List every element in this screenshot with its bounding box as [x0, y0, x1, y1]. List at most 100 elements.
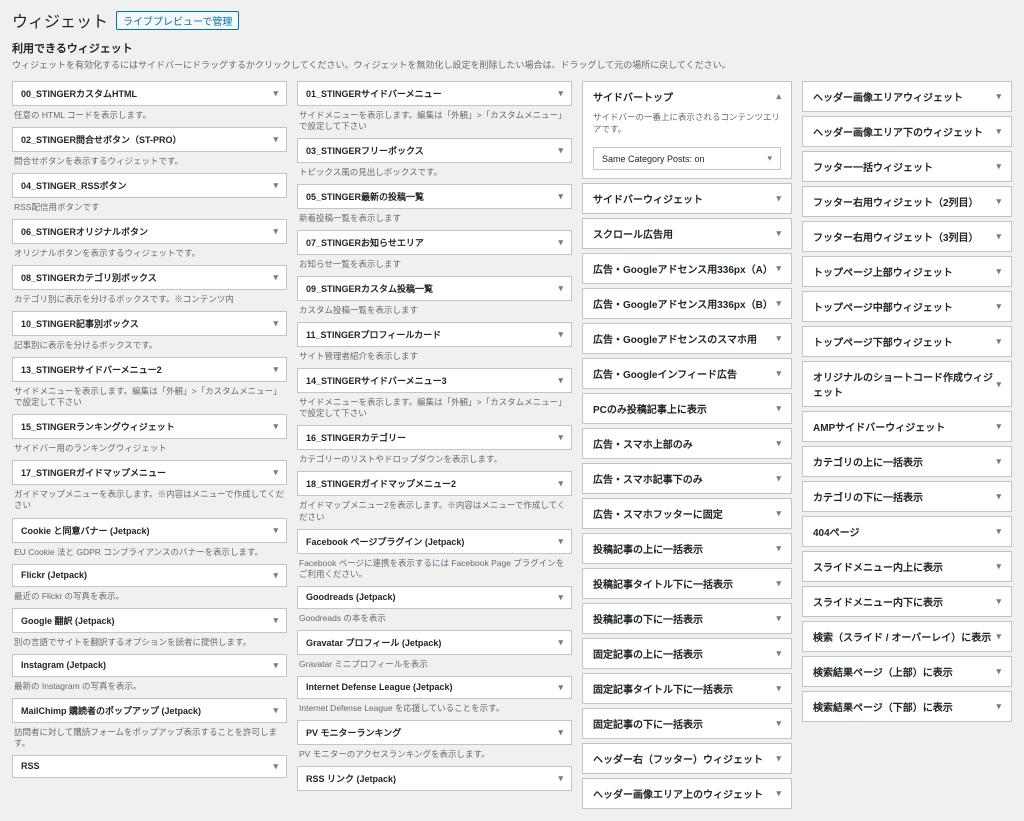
widget-header[interactable]: 07_STINGERお知らせエリア ▾: [298, 231, 571, 254]
area-header[interactable]: 検索結果ページ（下部）に表示 ▾: [803, 692, 1011, 721]
widget-area[interactable]: ヘッダー右（フッター）ウィジェット ▾: [582, 743, 792, 774]
available-widget[interactable]: 04_STINGER_RSSボタン ▾: [12, 173, 287, 198]
widget-header[interactable]: 03_STINGERフリーボックス ▾: [298, 139, 571, 162]
widget-header[interactable]: 05_STINGER最新の投稿一覧 ▾: [298, 185, 571, 208]
area-header[interactable]: 固定記事の下に一括表示 ▾: [583, 709, 791, 738]
available-widget[interactable]: RSS ▾: [12, 755, 287, 778]
widget-header[interactable]: 15_STINGERランキングウィジェット ▾: [13, 415, 286, 438]
area-header[interactable]: スライドメニュー内下に表示 ▾: [803, 587, 1011, 616]
widget-area[interactable]: スクロール広告用 ▾: [582, 218, 792, 249]
widget-area[interactable]: サイドバーウィジェット ▾: [582, 183, 792, 214]
widget-header[interactable]: PV モニターランキング ▾: [298, 721, 571, 744]
area-header[interactable]: 固定記事の上に一括表示 ▾: [583, 639, 791, 668]
widget-area-open[interactable]: サイドバートップ ▴ サイドバーの一番上に表示されるコンテンツエリアです。 Sa…: [582, 81, 792, 179]
available-widget[interactable]: 14_STINGERサイドバーメニュー3 ▾: [297, 368, 572, 393]
available-widget[interactable]: Goodreads (Jetpack) ▾: [297, 586, 572, 609]
available-widget[interactable]: 16_STINGERカテゴリー ▾: [297, 425, 572, 450]
area-header[interactable]: 広告・Googleアドセンスのスマホ用 ▾: [583, 324, 791, 353]
widget-area[interactable]: フッター一括ウィジェット ▾: [802, 151, 1012, 182]
widget-header[interactable]: 18_STINGERガイドマップメニュー2 ▾: [298, 472, 571, 495]
available-widget[interactable]: Flickr (Jetpack) ▾: [12, 564, 287, 587]
widget-header[interactable]: Goodreads (Jetpack) ▾: [298, 587, 571, 608]
available-widget[interactable]: 10_STINGER記事別ボックス ▾: [12, 311, 287, 336]
widget-area[interactable]: 広告・Googleアドセンスのスマホ用 ▾: [582, 323, 792, 354]
available-widget[interactable]: 01_STINGERサイドバーメニュー ▾: [297, 81, 572, 106]
widget-area[interactable]: 広告・スマホフッターに固定 ▾: [582, 498, 792, 529]
widget-header[interactable]: RSS リンク (Jetpack) ▾: [298, 767, 571, 790]
available-widget[interactable]: Google 翻訳 (Jetpack) ▾: [12, 608, 287, 633]
area-header[interactable]: フッター一括ウィジェット ▾: [803, 152, 1011, 181]
widget-area[interactable]: 固定記事の上に一括表示 ▾: [582, 638, 792, 669]
available-widget[interactable]: Instagram (Jetpack) ▾: [12, 654, 287, 677]
widget-area[interactable]: 検索結果ページ（下部）に表示 ▾: [802, 691, 1012, 722]
available-widget[interactable]: Internet Defense League (Jetpack) ▾: [297, 676, 572, 699]
area-header[interactable]: 広告・スマホ上部のみ ▾: [583, 429, 791, 458]
widget-area[interactable]: フッター右用ウィジェット（2列目） ▾: [802, 186, 1012, 217]
widget-area[interactable]: スライドメニュー内下に表示 ▾: [802, 586, 1012, 617]
widget-area[interactable]: 広告・Googleインフィード広告 ▾: [582, 358, 792, 389]
widget-area[interactable]: フッター右用ウィジェット（3列目） ▾: [802, 221, 1012, 252]
widget-header[interactable]: 00_STINGERカスタムHTML ▾: [13, 82, 286, 105]
area-header[interactable]: 投稿記事の上に一括表示 ▾: [583, 534, 791, 563]
available-widget[interactable]: 00_STINGERカスタムHTML ▾: [12, 81, 287, 106]
area-header[interactable]: サイドバーウィジェット ▾: [583, 184, 791, 213]
widget-header[interactable]: 10_STINGER記事別ボックス ▾: [13, 312, 286, 335]
widget-header[interactable]: 06_STINGERオリジナルボタン ▾: [13, 220, 286, 243]
widget-header[interactable]: MailChimp 購読者のポップアップ (Jetpack) ▾: [13, 699, 286, 722]
live-preview-button[interactable]: ライブプレビューで管理: [116, 11, 239, 30]
widget-area[interactable]: カテゴリの下に一括表示 ▾: [802, 481, 1012, 512]
area-header[interactable]: 広告・スマホフッターに固定 ▾: [583, 499, 791, 528]
area-header[interactable]: 広告・Googleアドセンス用336px（A） ▾: [583, 254, 791, 283]
available-widget[interactable]: Cookie と同意バナー (Jetpack) ▾: [12, 518, 287, 543]
widget-area[interactable]: 広告・スマホ記事下のみ ▾: [582, 463, 792, 494]
available-widget[interactable]: PV モニターランキング ▾: [297, 720, 572, 745]
widget-header[interactable]: 08_STINGERカテゴリ別ボックス ▾: [13, 266, 286, 289]
area-header[interactable]: カテゴリの下に一括表示 ▾: [803, 482, 1011, 511]
widget-header[interactable]: Google 翻訳 (Jetpack) ▾: [13, 609, 286, 632]
widget-area[interactable]: 投稿記事の下に一括表示 ▾: [582, 603, 792, 634]
available-widget[interactable]: MailChimp 購読者のポップアップ (Jetpack) ▾: [12, 698, 287, 723]
widget-area[interactable]: 404ページ ▾: [802, 516, 1012, 547]
area-header[interactable]: トップページ下部ウィジェット ▾: [803, 327, 1011, 356]
widget-header[interactable]: 01_STINGERサイドバーメニュー ▾: [298, 82, 571, 105]
available-widget[interactable]: RSS リンク (Jetpack) ▾: [297, 766, 572, 791]
area-header[interactable]: 検索（スライド / オーバーレイ）に表示 ▾: [803, 622, 1011, 651]
widget-header[interactable]: Facebook ページプラグイン (Jetpack) ▾: [298, 530, 571, 553]
area-header[interactable]: 広告・Googleアドセンス用336px（B） ▾: [583, 289, 791, 318]
widget-area[interactable]: AMPサイドバーウィジェット ▾: [802, 411, 1012, 442]
widget-header[interactable]: 17_STINGERガイドマップメニュー ▾: [13, 461, 286, 484]
area-header[interactable]: フッター右用ウィジェット（2列目） ▾: [803, 187, 1011, 216]
available-widget[interactable]: 07_STINGERお知らせエリア ▾: [297, 230, 572, 255]
widget-header[interactable]: RSS ▾: [13, 756, 286, 777]
widget-area[interactable]: カテゴリの上に一括表示 ▾: [802, 446, 1012, 477]
widget-area[interactable]: 広告・Googleアドセンス用336px（A） ▾: [582, 253, 792, 284]
area-header[interactable]: カテゴリの上に一括表示 ▾: [803, 447, 1011, 476]
widget-area[interactable]: 固定記事の下に一括表示 ▾: [582, 708, 792, 739]
area-header[interactable]: ヘッダー右（フッター）ウィジェット ▾: [583, 744, 791, 773]
area-header[interactable]: ヘッダー画像エリアウィジェット ▾: [803, 82, 1011, 111]
widget-header[interactable]: 04_STINGER_RSSボタン ▾: [13, 174, 286, 197]
widget-header[interactable]: 11_STINGERプロフィールカード ▾: [298, 323, 571, 346]
widget-area[interactable]: 検索（スライド / オーバーレイ）に表示 ▾: [802, 621, 1012, 652]
area-header[interactable]: ヘッダー画像エリア下のウィジェット ▾: [803, 117, 1011, 146]
available-widget[interactable]: 06_STINGERオリジナルボタン ▾: [12, 219, 287, 244]
available-widget[interactable]: 08_STINGERカテゴリ別ボックス ▾: [12, 265, 287, 290]
area-header[interactable]: 広告・スマホ記事下のみ ▾: [583, 464, 791, 493]
widget-area[interactable]: ヘッダー画像エリアウィジェット ▾: [802, 81, 1012, 112]
available-widget[interactable]: 15_STINGERランキングウィジェット ▾: [12, 414, 287, 439]
area-header[interactable]: スクロール広告用 ▾: [583, 219, 791, 248]
area-header[interactable]: トップページ中部ウィジェット ▾: [803, 292, 1011, 321]
widget-header[interactable]: Cookie と同意バナー (Jetpack) ▾: [13, 519, 286, 542]
widget-area[interactable]: 検索結果ページ（上部）に表示 ▾: [802, 656, 1012, 687]
widget-area[interactable]: 固定記事タイトル下に一括表示 ▾: [582, 673, 792, 704]
widget-area[interactable]: 広告・スマホ上部のみ ▾: [582, 428, 792, 459]
placed-widget[interactable]: Same Category Posts: on ▾: [593, 147, 781, 170]
widget-area[interactable]: トップページ下部ウィジェット ▾: [802, 326, 1012, 357]
widget-header[interactable]: 13_STINGERサイドバーメニュー2 ▾: [13, 358, 286, 381]
widget-area[interactable]: 広告・Googleアドセンス用336px（B） ▾: [582, 288, 792, 319]
widget-area[interactable]: スライドメニュー内上に表示 ▾: [802, 551, 1012, 582]
widget-header[interactable]: 16_STINGERカテゴリー ▾: [298, 426, 571, 449]
available-widget[interactable]: Facebook ページプラグイン (Jetpack) ▾: [297, 529, 572, 554]
area-header[interactable]: トップページ上部ウィジェット ▾: [803, 257, 1011, 286]
area-header[interactable]: 検索結果ページ（上部）に表示 ▾: [803, 657, 1011, 686]
